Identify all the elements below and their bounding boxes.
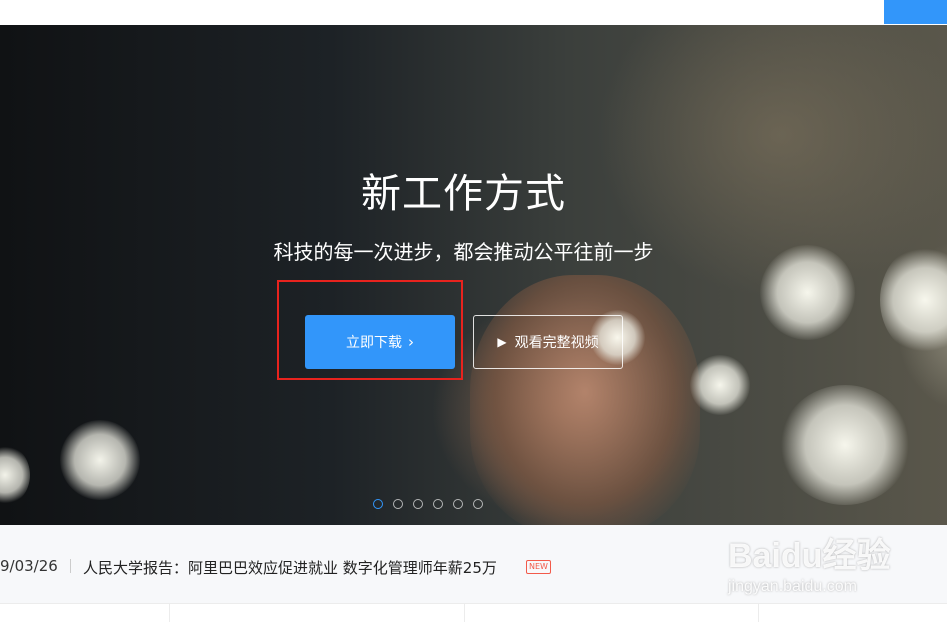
bokeh-light (0, 445, 30, 505)
hero-banner: 新工作方式 科技的每一次进步，都会推动公平往前一步 立即下载 › ▶ 观看完整视… (0, 25, 947, 525)
news-headline-link[interactable]: 人民大学报告：阿里巴巴效应促进就业 数字化管理师年薪25万 (83, 557, 497, 578)
bottom-divider (758, 604, 759, 622)
baidu-jingyan-watermark: Baidu经验 jingyan.baidu.com (728, 528, 928, 600)
bokeh-light (690, 355, 750, 415)
carousel-dot[interactable] (393, 499, 403, 509)
carousel-dot[interactable] (413, 499, 423, 509)
bottom-divider (169, 604, 170, 622)
bottom-nav-row (0, 603, 947, 622)
new-badge: NEW (526, 560, 551, 574)
hero-subtitle: 科技的每一次进步，都会推动公平往前一步 (273, 240, 654, 264)
carousel-dot[interactable] (473, 499, 483, 509)
carousel-dot[interactable] (453, 499, 463, 509)
bottom-divider (464, 604, 465, 622)
play-icon: ▶ (497, 335, 507, 349)
bokeh-light (60, 420, 140, 500)
watermark-logo: Baidu经验 (728, 537, 891, 575)
news-date: 9/03/26 (0, 557, 58, 575)
watch-full-video-button[interactable]: ▶ 观看完整视频 (473, 315, 623, 369)
download-highlight-box (277, 280, 463, 380)
carousel-dots (373, 499, 483, 513)
hero-title: 新工作方式 (361, 171, 566, 217)
bokeh-light (780, 385, 910, 505)
carousel-dot[interactable] (433, 499, 443, 509)
top-bar (0, 0, 947, 25)
hero-background-person (470, 275, 700, 525)
video-button-label: 观看完整视频 (514, 335, 599, 351)
carousel-dot[interactable] (373, 499, 383, 509)
news-separator (70, 559, 71, 573)
watermark-url: jingyan.baidu.com (728, 578, 857, 595)
top-right-blue-tab[interactable] (884, 0, 947, 24)
